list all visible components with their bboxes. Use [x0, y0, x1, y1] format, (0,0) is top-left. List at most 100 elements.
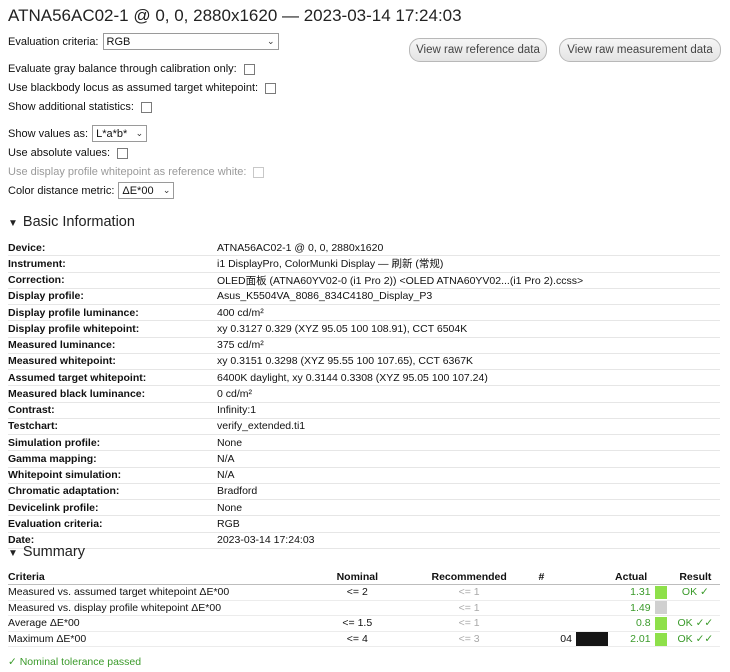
actual-cell: 1.49	[607, 600, 655, 617]
basic-information-heading: Basic Information	[22, 214, 135, 230]
evaluation-criteria-select[interactable]: RGB ⌄	[102, 33, 279, 50]
criteria-cell: Measured vs. display profile whitepoint …	[8, 600, 284, 617]
additional-statistics-label: Show additional statistics:	[8, 101, 134, 113]
info-row: Contrast: Infinity:1	[8, 402, 720, 419]
info-value: OLED面板 (ATNA60YV02-0 (i1 Pro 2)) <OLED A…	[217, 272, 720, 289]
criteria-header: Criteria	[8, 570, 284, 585]
display-profile-whitepoint-checkbox	[253, 166, 265, 178]
info-label: Whitepoint simulation:	[8, 467, 217, 484]
swatch-cell	[575, 600, 608, 617]
recommended-cell: <= 3	[431, 631, 507, 648]
show-values-select[interactable]: L*a*b* ⌄	[92, 125, 148, 142]
info-value: 400 cd/m²	[217, 304, 720, 322]
info-row: Measured whitepoint: xy 0.3151 0.3298 (XY…	[8, 353, 720, 371]
info-label: Instrument:	[8, 255, 217, 273]
info-row: Evaluation criteria: RGB	[8, 515, 720, 533]
recommended-cell: <= 1	[431, 600, 507, 617]
info-row: Devicelink profile: None	[8, 499, 720, 517]
additional-statistics-row: Show additional statistics:	[8, 101, 152, 113]
summary-row: Measured vs. display profile whitepoint …	[8, 600, 720, 617]
number-header: #	[506, 570, 576, 585]
evaluation-criteria-row: Evaluation criteria: RGB ⌄	[8, 33, 279, 50]
info-label: Display profile luminance:	[8, 304, 217, 322]
indicator-cell	[654, 631, 671, 648]
gray-balance-label: Evaluate gray balance through calibratio…	[8, 63, 237, 75]
gray-balance-checkbox[interactable]	[243, 63, 255, 75]
collapse-triangle-icon: ▼	[8, 548, 18, 559]
info-row: Testchart: verify_extended.ti1	[8, 418, 720, 436]
swatch-cell	[575, 615, 608, 632]
view-raw-measurement-button[interactable]: View raw measurement data	[559, 38, 721, 62]
nominal-cell	[283, 600, 432, 617]
color-distance-label: Color distance metric:	[8, 184, 115, 197]
info-label: Display profile whitepoint:	[8, 320, 217, 338]
info-row: Display profile whitepoint: xy 0.3127 0.3…	[8, 320, 720, 338]
result-header: Result	[670, 570, 720, 585]
info-value: N/A	[217, 450, 720, 468]
criteria-cell: Measured vs. assumed target whitepoint Δ…	[8, 584, 284, 601]
summary-row: Average ΔE*00 <= 1.5 <= 1 0.8 OK ✓✓	[8, 615, 720, 632]
info-row: Display profile luminance: 400 cd/m²	[8, 304, 720, 322]
info-row: Assumed target whitepoint: 6400K daylight…	[8, 369, 720, 387]
result-cell: OK ✓✓	[670, 631, 720, 648]
info-value: 6400K daylight, xy 0.3144 0.3308 (XYZ 95…	[217, 369, 720, 387]
info-value: xy 0.3127 0.329 (XYZ 95.05 100 108.91), …	[217, 320, 720, 338]
blackbody-checkbox[interactable]	[265, 82, 277, 94]
info-row: Display profile: Asus_K5504VA_8086_834C41…	[8, 288, 720, 306]
additional-statistics-checkbox[interactable]	[140, 101, 152, 113]
summary-table: Criteria Nominal Recommended # Actual Re…	[8, 570, 720, 648]
number-cell	[506, 584, 576, 601]
color-distance-select[interactable]: ΔE*00 ⌄	[118, 182, 175, 199]
info-row: Gamma mapping: N/A	[8, 450, 720, 468]
status-indicator	[654, 632, 667, 646]
info-value: verify_extended.ti1	[217, 418, 720, 436]
info-label: Evaluation criteria:	[8, 515, 217, 533]
page-title: ATNA56AC02-1 @ 0, 0, 2880x1620 — 2023-03…	[8, 6, 462, 25]
summary-heading: Summary	[22, 544, 85, 560]
show-values-row: Show values as: L*a*b* ⌄	[8, 125, 148, 142]
actual-cell: 0.8	[607, 615, 655, 632]
basic-information-toggle[interactable]: ▼ Basic Information	[8, 214, 135, 230]
criteria-cell: Maximum ΔE*00	[8, 631, 284, 648]
info-label: Correction:	[8, 272, 217, 289]
info-value: Asus_K5504VA_8086_834C4180_Display_P3	[217, 288, 720, 306]
indicator-cell	[654, 584, 671, 601]
show-values-label: Show values as:	[8, 127, 89, 140]
collapse-triangle-icon: ▼	[8, 218, 18, 229]
info-value: 0 cd/m²	[217, 385, 720, 403]
blackbody-row: Use blackbody locus as assumed target wh…	[8, 82, 277, 94]
info-value: ATNA56AC02-1 @ 0, 0, 2880x1620	[217, 240, 720, 257]
absolute-values-row: Use absolute values:	[8, 147, 129, 159]
nominal-cell: <= 2	[283, 584, 432, 601]
indicator-header	[654, 570, 671, 585]
summary-toggle[interactable]: ▼ Summary	[8, 544, 85, 560]
view-raw-reference-button[interactable]: View raw reference data	[409, 38, 547, 62]
info-row: Whitepoint simulation: N/A	[8, 467, 720, 484]
info-label: Display profile:	[8, 288, 217, 306]
color-distance-value: ΔE*00	[122, 184, 154, 197]
swatch-cell	[575, 584, 608, 601]
result-cell: OK ✓✓	[670, 615, 720, 632]
info-row: Measured luminance: 375 cd/m²	[8, 337, 720, 354]
criteria-cell: Average ΔE*00	[8, 615, 284, 632]
show-values-value: L*a*b*	[96, 127, 128, 140]
display-profile-whitepoint-row: Use display profile whitepoint as refere…	[8, 166, 265, 178]
info-row: Simulation profile: None	[8, 434, 720, 452]
absolute-values-checkbox[interactable]	[117, 147, 129, 159]
info-value: Bradford	[217, 483, 720, 501]
info-value: i1 DisplayPro, ColorMunki Display — 刷新 (…	[217, 255, 720, 273]
color-distance-row: Color distance metric: ΔE*00 ⌄	[8, 182, 175, 199]
info-value: N/A	[217, 467, 720, 484]
info-row: Chromatic adaptation: Bradford	[8, 483, 720, 501]
info-label: Devicelink profile:	[8, 499, 217, 517]
nominal-header: Nominal	[283, 570, 432, 585]
result-cell	[670, 600, 720, 617]
info-label: Gamma mapping:	[8, 450, 217, 468]
info-value: xy 0.3151 0.3298 (XYZ 95.55 100 107.65),…	[217, 353, 720, 371]
info-value: 375 cd/m²	[217, 337, 720, 354]
info-label: Simulation profile:	[8, 434, 217, 452]
number-cell	[506, 615, 576, 632]
info-row: Instrument: i1 DisplayPro, ColorMunki Dis…	[8, 255, 720, 273]
nominal-cell: <= 1.5	[283, 615, 432, 632]
info-value: None	[217, 434, 720, 452]
